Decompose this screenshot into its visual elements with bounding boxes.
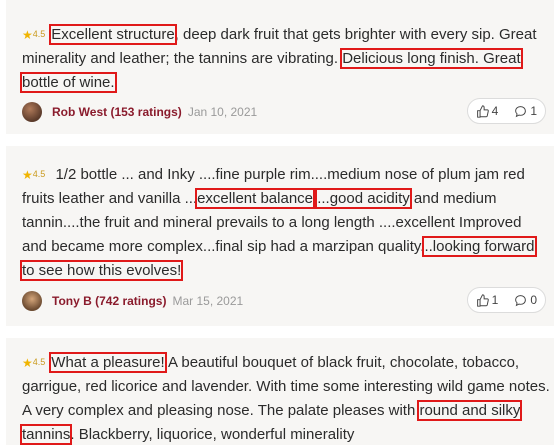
review-date: Jan 10, 2021: [187, 105, 258, 119]
star-icon: ★: [22, 356, 33, 370]
rating-value: 4.5: [32, 29, 46, 39]
comment-button[interactable]: 0: [506, 288, 545, 312]
highlight-phrase: Excellent structure: [49, 24, 177, 45]
action-group: 1 0: [466, 287, 546, 313]
review-text: ★4.5 What a pleasure! A beautiful bouquet…: [19, 350, 550, 447]
like-button[interactable]: 1: [468, 288, 507, 312]
highlight-phrase: What a pleasure!: [49, 352, 167, 373]
review-text: ★4.5 Excellent structure, deep dark fruit…: [20, 22, 550, 95]
action-group: 4 1: [466, 98, 546, 124]
review-card: ★4.5 What a pleasure! A beautiful bouquet…: [6, 338, 554, 445]
comment-count: 1: [530, 104, 537, 118]
review-actions: 4 1: [466, 98, 546, 124]
review-body: . Blackberry, liquorice, wonderful miner…: [70, 426, 355, 443]
avatar[interactable]: [22, 291, 42, 311]
comment-count: 0: [530, 293, 537, 307]
highlight-phrase: excellent balance: [195, 188, 316, 209]
review-meta: Rob West (153 ratings) Jan 10, 2021: [22, 102, 257, 122]
comment-icon: [515, 105, 527, 117]
review-meta: Tony B (742 ratings) Mar 15, 2021: [22, 291, 243, 311]
comment-button[interactable]: 1: [506, 99, 545, 123]
like-button[interactable]: 4: [468, 99, 507, 123]
review-date: Mar 15, 2021: [172, 294, 244, 308]
username[interactable]: Rob West (153 ratings): [52, 105, 182, 119]
rating-value: 4.5: [32, 357, 46, 367]
highlight-phrase: ...good acidity: [315, 188, 412, 209]
review-card: ★4.5 Excellent structure, deep dark fruit…: [6, 0, 554, 134]
avatar[interactable]: [22, 102, 42, 122]
review-card: ★4.5 1/2 bottle ... and Inky ....fine pu…: [6, 146, 554, 326]
review-text: ★4.5 1/2 bottle ... and Inky ....fine pu…: [20, 162, 550, 283]
username[interactable]: Tony B (742 ratings): [52, 294, 166, 308]
comment-icon: [515, 294, 527, 306]
rating-value: 4.5: [32, 169, 46, 179]
like-count: 4: [491, 104, 499, 118]
review-actions: 1 0: [466, 287, 546, 313]
star-icon: ★: [22, 28, 33, 42]
like-count: 1: [491, 293, 499, 307]
thumbs-up-icon: [476, 293, 489, 307]
star-icon: ★: [22, 168, 33, 182]
thumbs-up-icon: [476, 104, 489, 118]
